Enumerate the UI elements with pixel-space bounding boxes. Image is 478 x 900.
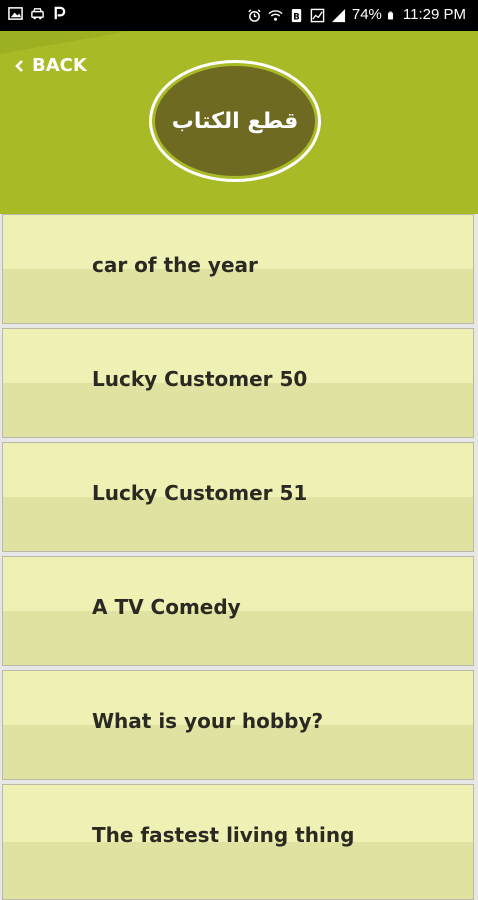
- list-item-label: A TV Comedy: [92, 595, 241, 619]
- wifi-icon: [268, 9, 283, 21]
- gallery-icon: [8, 7, 23, 20]
- back-label: BACK: [32, 55, 87, 76]
- list-item[interactable]: The fastest living thing: [2, 784, 474, 900]
- data-saver-icon: B: [291, 8, 302, 22]
- list-item-label: Lucky Customer 51: [92, 481, 308, 505]
- chevron-left-icon: [15, 59, 23, 72]
- list-item-label: Lucky Customer 50: [92, 367, 308, 391]
- status-bar: B 74% 11:29 PM: [0, 0, 478, 31]
- list-item-label: car of the year: [92, 253, 258, 277]
- clock: 11:29 PM: [402, 6, 466, 23]
- p-notification-icon: [54, 6, 66, 20]
- battery-percent: 74%: [351, 6, 382, 23]
- list-item[interactable]: Lucky Customer 50: [2, 328, 474, 438]
- battery-icon: [387, 11, 393, 19]
- list-item-label: What is your hobby?: [92, 709, 324, 733]
- alarm-icon: [248, 8, 261, 22]
- status-left-icons: [8, 6, 67, 21]
- list-item[interactable]: car of the year: [2, 214, 474, 324]
- list-item[interactable]: Lucky Customer 51: [2, 442, 474, 552]
- header: BACK قطع الكتاب: [0, 31, 478, 214]
- title-badge: قطع الكتاب: [149, 60, 321, 182]
- list-item[interactable]: What is your hobby?: [2, 670, 474, 780]
- list-item-label: The fastest living thing: [92, 823, 355, 847]
- svg-text:B: B: [293, 11, 299, 21]
- signal-icon: [331, 8, 345, 22]
- screenshot-icon: [310, 8, 325, 22]
- back-button[interactable]: BACK: [14, 55, 87, 76]
- page-title: قطع الكتاب: [155, 66, 315, 176]
- status-right-icons: B 74% 11:29 PM: [247, 6, 466, 24]
- list-item[interactable]: A TV Comedy: [2, 556, 474, 666]
- car-icon: [31, 8, 44, 20]
